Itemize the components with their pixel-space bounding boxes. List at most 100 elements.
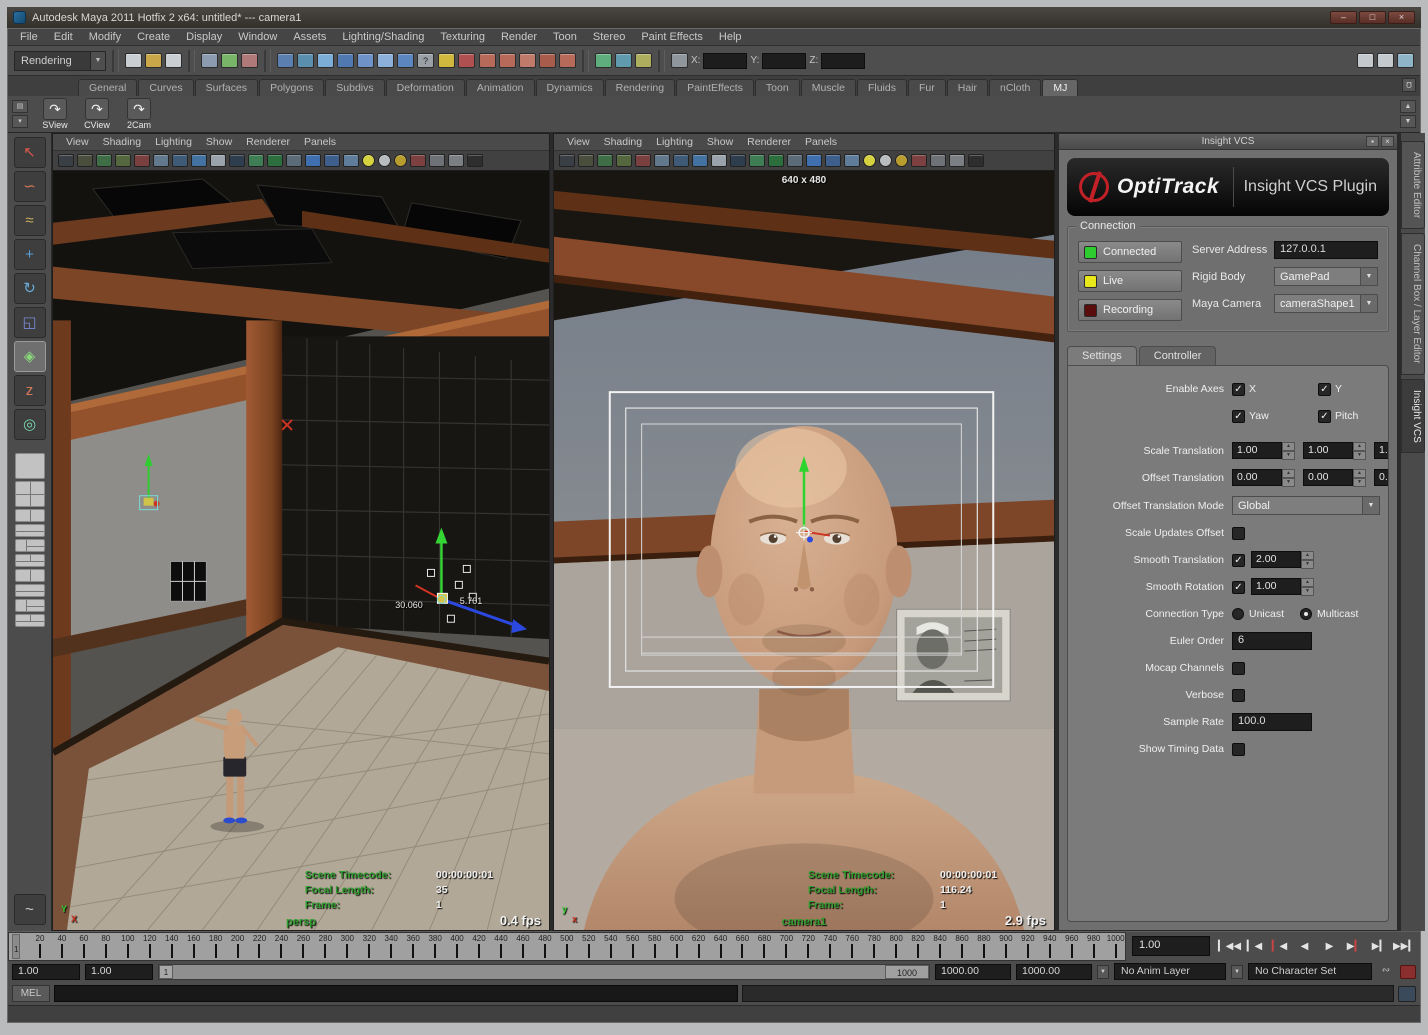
menu-item[interactable]: Window [230, 31, 285, 43]
share-view-icon[interactable] [467, 154, 483, 167]
layout-hypershade-button[interactable] [15, 599, 45, 612]
auto-keyframe-toggle-icon[interactable] [1400, 965, 1416, 979]
shelf-tab[interactable]: Animation [466, 79, 535, 96]
custom-tool-icon[interactable]: ~ [14, 894, 46, 925]
maya-camera-dropdown[interactable]: cameraShape1 ▼ [1274, 294, 1378, 313]
image-plane-icon[interactable] [635, 154, 651, 167]
output-connections-magnet-icon[interactable] [499, 53, 516, 68]
sidebar-vertical-tab[interactable]: Attribute Editor [1401, 141, 1425, 229]
smooth-translation-checkbox[interactable]: ✓ [1232, 554, 1245, 567]
shelf-scroll-up-icon[interactable]: ▲ [1400, 100, 1416, 113]
coordinate-entry-icon[interactable] [671, 53, 688, 68]
light-gold-icon[interactable] [394, 154, 407, 167]
sidebar-vertical-tab[interactable]: Channel Box / Layer Editor [1401, 233, 1425, 375]
range-bar[interactable] [173, 965, 885, 979]
wireframe-icon[interactable] [153, 154, 169, 167]
help-icon[interactable]: ? [417, 53, 434, 68]
lasso-select-tool-icon[interactable]: ∽ [14, 171, 46, 202]
anim-layer-dropdown[interactable]: No Anim Layer [1114, 963, 1226, 980]
menu-item[interactable]: Render [493, 31, 545, 43]
playback-start-field[interactable]: 1.00 [85, 964, 153, 980]
offset-mode-dropdown[interactable]: Global ▼ [1232, 496, 1380, 515]
field-chart-icon[interactable] [324, 154, 340, 167]
shelf-tab[interactable]: Subdivs [325, 79, 384, 96]
select-tool-icon[interactable]: ↖ [14, 137, 46, 168]
new-scene-icon[interactable] [125, 53, 142, 68]
grid-toggle-icon[interactable] [749, 154, 765, 167]
persp-viewport-canvas[interactable]: 30.060 5.701 Scene Timecode:00:00:00:01 … [53, 171, 549, 930]
time-slider[interactable]: 1 02040608010012014016018020022024026028… [8, 932, 1126, 961]
lock-selection-icon[interactable] [438, 53, 455, 68]
menu-set-dropdown[interactable]: Rendering ▼ [14, 51, 106, 71]
film-gate-icon[interactable] [768, 154, 784, 167]
go-to-end-button[interactable]: ▶▶▎ [1393, 937, 1416, 957]
light-gray-icon[interactable] [378, 154, 391, 167]
exposure-icon[interactable] [448, 154, 464, 167]
attribute-editor-toggle-icon[interactable] [1357, 53, 1374, 68]
vcs-panel-titlebar[interactable]: Insight VCS ▪ × [1059, 134, 1397, 150]
image-plane-icon[interactable] [134, 154, 150, 167]
animation-start-field[interactable]: 1.00 [12, 964, 80, 980]
menu-item[interactable]: Stereo [585, 31, 633, 43]
smooth-translation-spinbox[interactable]: 2.00▲▼ [1251, 551, 1314, 569]
menu-item[interactable]: Assets [285, 31, 334, 43]
camera-attributes-icon[interactable] [96, 154, 112, 167]
shelf-tab[interactable]: nCloth [989, 79, 1041, 96]
layout-persp-uv-button[interactable] [15, 614, 45, 627]
panel-menu-item[interactable]: Renderer [740, 136, 798, 148]
statusline-grip[interactable] [188, 50, 195, 72]
shelf-menu-icon[interactable]: ▤ [12, 100, 28, 113]
light-gold-icon[interactable] [895, 154, 908, 167]
scale-translation-spinbox[interactable]: 1.00▲▼ [1303, 442, 1366, 460]
tool-settings-toggle-icon[interactable] [1377, 53, 1394, 68]
light-gray-icon[interactable] [879, 154, 892, 167]
shelf-tab[interactable]: Fur [908, 79, 946, 96]
menu-item[interactable]: Modify [81, 31, 129, 43]
isolate-select-icon[interactable] [911, 154, 927, 167]
live-button[interactable]: Live [1078, 270, 1182, 292]
smooth-rotation-checkbox[interactable]: ✓ [1232, 581, 1245, 594]
soft-mod-tool-icon[interactable]: z [14, 375, 46, 406]
snap-grid-icon[interactable] [277, 53, 294, 68]
shelf-tab-arrow-icon[interactable]: ▾ [12, 115, 28, 128]
menu-item[interactable]: Texturing [432, 31, 493, 43]
surface-magnet-icon[interactable] [559, 53, 576, 68]
step-back-key-button[interactable]: ▎◀ [1268, 937, 1291, 957]
layout-three-bottom-button[interactable] [15, 554, 45, 567]
save-scene-icon[interactable] [165, 53, 182, 68]
shelf-tab[interactable]: Rendering [605, 79, 675, 96]
light-yellow-icon[interactable] [362, 154, 375, 167]
shelf-tab[interactable]: Muscle [801, 79, 856, 96]
shelf-tab[interactable]: Dynamics [536, 79, 604, 96]
camera-attributes-icon[interactable] [597, 154, 613, 167]
select-camera-icon[interactable] [58, 154, 74, 167]
panel-menu-item[interactable]: View [560, 136, 597, 148]
point-magnet-icon[interactable] [519, 53, 536, 68]
resolution-gate-icon[interactable] [787, 154, 803, 167]
render-settings-icon[interactable] [635, 53, 652, 68]
move-tool-icon[interactable]: + [14, 239, 46, 270]
panel-menu-item[interactable]: Lighting [148, 136, 199, 148]
safe-action-icon[interactable] [844, 154, 860, 167]
statusline-grip[interactable] [582, 50, 589, 72]
shelf-tab[interactable]: MJ [1042, 79, 1078, 96]
menu-item[interactable]: Paint Effects [633, 31, 711, 43]
lock-camera-icon[interactable] [578, 154, 594, 167]
axis-x-checkbox[interactable]: ✓X [1232, 383, 1318, 396]
textured-icon[interactable] [191, 154, 207, 167]
shelf-tab[interactable]: General [78, 79, 137, 96]
set-key-icon[interactable]: ∾ [1377, 965, 1395, 979]
isolate-select-icon[interactable] [410, 154, 426, 167]
menu-item[interactable]: Create [129, 31, 178, 43]
axis-magnet-icon[interactable] [539, 53, 556, 68]
xray-icon[interactable] [930, 154, 946, 167]
playback-end-field[interactable]: 1000.00 [935, 964, 1011, 980]
range-start-handle[interactable]: 1 [159, 965, 173, 979]
shelf-tab[interactable]: PaintEffects [676, 79, 754, 96]
panel-menu-item[interactable]: Show [199, 136, 239, 148]
shelf-tab[interactable]: Polygons [259, 79, 324, 96]
exposure-icon[interactable] [949, 154, 965, 167]
use-default-material-icon[interactable] [711, 154, 727, 167]
paint-select-tool-icon[interactable]: ≈ [14, 205, 46, 236]
menu-item[interactable]: Display [178, 31, 230, 43]
